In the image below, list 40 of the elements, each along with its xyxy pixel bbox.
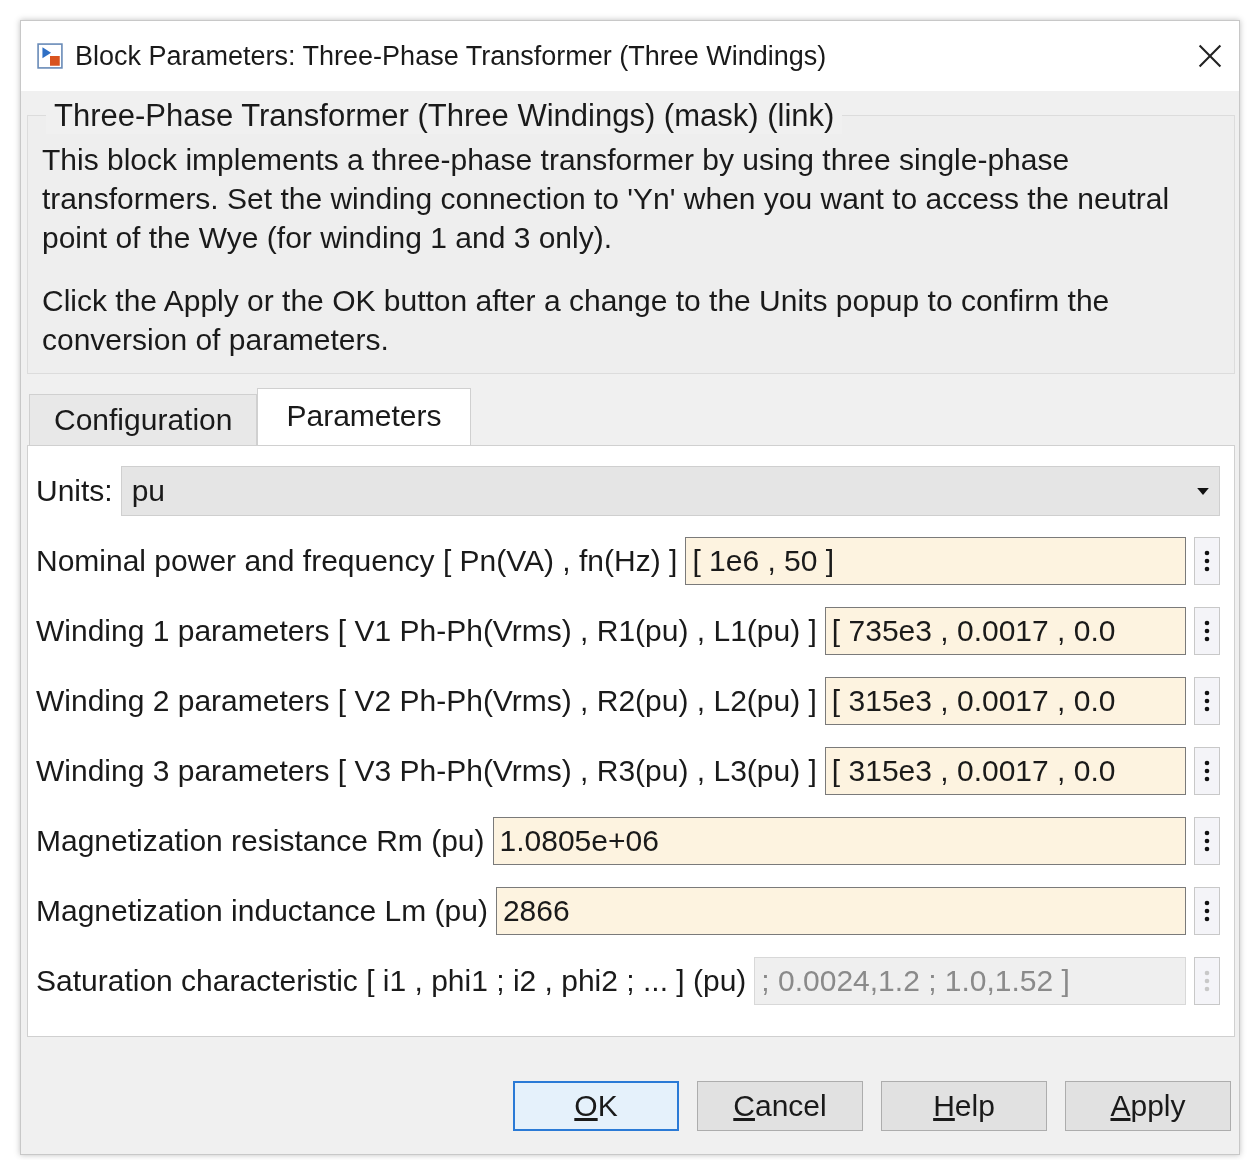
field-label: Winding 3 parameters [ V3 Ph-Ph(Vrms) , R3(pu) , L3(pu) ] [36, 754, 817, 788]
field-label: Winding 2 parameters [ V2 Ph-Ph(Vrms) , R2(pu) , L2(pu) ] [36, 684, 817, 718]
more-options-button[interactable] [1194, 607, 1220, 655]
input-field[interactable]: [ 735e3 , 0.0017 , 0.0 [824, 607, 1186, 655]
vertical-dots-icon [1204, 760, 1210, 782]
caret-icon [1197, 487, 1209, 495]
tab[interactable]: Parameters [257, 388, 471, 445]
vertical-dots-icon [1204, 970, 1210, 992]
input-field[interactable]: 1.0805e+06 [492, 817, 1186, 865]
close-icon[interactable] [1197, 43, 1223, 69]
more-options-button[interactable] [1194, 537, 1220, 585]
description-text: Click the Apply or the OK button after a change to the Units popup to confirm the conversion of parameters. [42, 283, 1111, 358]
vertical-dots-icon [1204, 550, 1210, 572]
units-dropdown[interactable]: pu [120, 466, 1220, 516]
field-label: Units: [36, 474, 113, 508]
input-field[interactable]: [ 1e6 , 50 ] [685, 537, 1186, 585]
dialog-button[interactable]: Cancel [697, 1081, 863, 1131]
field-label: Winding 1 parameters [ V1 Ph-Ph(Vrms) , R1(pu) , L1(pu) ] [36, 614, 817, 648]
field-label: Magnetization inductance Lm (pu) [36, 894, 488, 928]
more-options-button[interactable] [1194, 747, 1220, 795]
dialog-button[interactable]: Apply [1065, 1081, 1231, 1131]
more-options-button[interactable] [1194, 817, 1220, 865]
dialog-button[interactable]: Help [881, 1081, 1047, 1131]
input-field[interactable]: [ 315e3 , 0.0017 , 0.0 [824, 677, 1186, 725]
more-options-button[interactable] [1194, 677, 1220, 725]
input-field[interactable]: [ 315e3 , 0.0017 , 0.0 [824, 747, 1186, 795]
tab[interactable]: Configuration [29, 394, 258, 445]
window-title: Block Parameters: Three-Phase Transformer (Three Windings) [75, 40, 828, 72]
vertical-dots-icon [1204, 830, 1210, 852]
dialog-button[interactable]: OK [513, 1081, 679, 1131]
field-label: Magnetization resistance Rm (pu) [36, 824, 485, 858]
vertical-dots-icon [1204, 690, 1210, 712]
field-label: Saturation characteristic [ i1 , phi1 ; i2 , phi2 ; ... ] (pu) [36, 964, 747, 998]
vertical-dots-icon [1204, 900, 1210, 922]
vertical-dots-icon [1204, 620, 1210, 642]
description-text: This block implements a three-phase transformer by using three single-phase transformers. Set the winding connection to 'Yn' when you want to access the neutral point of the Wye (for winding 1 and 3 only). [42, 142, 1171, 256]
field-label: Nominal power and frequency [ Pn(VA) , fn(Hz) ] [36, 544, 678, 578]
app-icon [37, 43, 63, 69]
more-options-button[interactable] [1194, 887, 1220, 935]
input-field[interactable]: 2866 [495, 887, 1186, 935]
